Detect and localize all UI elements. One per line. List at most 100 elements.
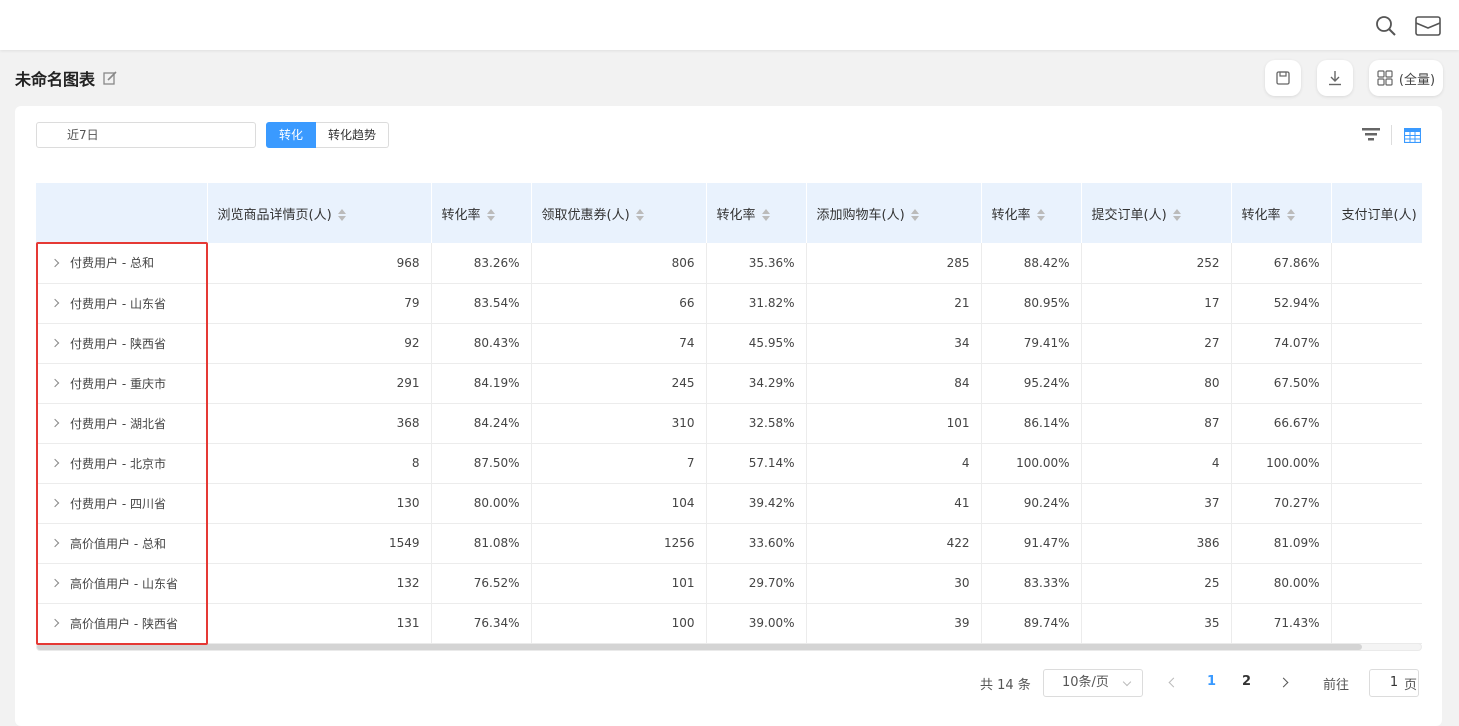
row-label: 高价值用户 - 总和: [70, 536, 166, 551]
table-view-icon[interactable]: [1402, 125, 1422, 145]
table-row[interactable]: 付费用户 - 湖北省 368 84.24% 310 32.58% 101 86.14% 87 6…: [36, 403, 1422, 444]
row-label: 高价值用户 - 陕西省: [70, 616, 178, 631]
chevron-right-icon[interactable]: [50, 458, 60, 468]
table-row[interactable]: 高价值用户 - 陕西省 131 76.34% 100 39.00% 39 89.74% 35 7…: [36, 603, 1422, 644]
row-label-cell[interactable]: 付费用户 - 北京市: [36, 443, 207, 484]
table-header-row: 浏览商品详情页(人) 转化率 领取优惠券(人) 转化率 添加购物车(人) 转化率…: [36, 183, 1422, 243]
page-title: 未命名图表: [15, 70, 96, 89]
table-cell: 33.60%: [706, 523, 807, 564]
chevron-right-icon[interactable]: [50, 298, 60, 308]
sort-icon[interactable]: [1036, 209, 1045, 221]
table-row[interactable]: 付费用户 - 陕西省 92 80.43% 74 45.95% 34 79.41% 27 74.0…: [36, 323, 1422, 364]
scope-button[interactable]: (全量): [1369, 60, 1443, 96]
table-cell: 87: [1081, 403, 1232, 444]
row-label: 付费用户 - 陕西省: [70, 336, 166, 351]
table-cell: 32.58%: [706, 403, 807, 444]
chevron-right-icon[interactable]: [50, 498, 60, 508]
table-cell: [1331, 363, 1422, 404]
table-cell: 67.50%: [1231, 363, 1332, 404]
table-row[interactable]: 付费用户 - 总和 968 83.26% 806 35.36% 285 88.42% 252 6…: [36, 243, 1422, 284]
sort-icon[interactable]: [337, 209, 346, 221]
filter-icon[interactable]: [1361, 125, 1381, 145]
page-size-select[interactable]: 10条/页: [1043, 669, 1143, 697]
row-label-cell[interactable]: 付费用户 - 总和: [36, 243, 207, 284]
page-number-2[interactable]: 2: [1242, 674, 1251, 689]
row-label-cell[interactable]: 高价值用户 - 陕西省: [36, 603, 207, 644]
column-header[interactable]: 浏览商品详情页(人): [207, 183, 432, 243]
table-cell: 80.00%: [1231, 563, 1332, 604]
search-icon[interactable]: [1373, 13, 1399, 39]
table-cell: 80: [1081, 363, 1232, 404]
row-label-cell[interactable]: 付费用户 - 陕西省: [36, 323, 207, 364]
table-cell: 29.70%: [706, 563, 807, 604]
chevron-right-icon[interactable]: [50, 578, 60, 588]
date-range-picker[interactable]: 近7日: [36, 122, 256, 148]
column-header[interactable]: 转化率: [706, 183, 807, 243]
next-page-icon[interactable]: [1278, 677, 1289, 688]
table-row[interactable]: 高价值用户 - 总和 1549 81.08% 1256 33.60% 422 91.47% 3…: [36, 523, 1422, 564]
sort-icon[interactable]: [1286, 209, 1295, 221]
row-label-cell[interactable]: 付费用户 - 重庆市: [36, 363, 207, 404]
chevron-right-icon[interactable]: [50, 418, 60, 428]
column-header[interactable]: 转化率: [431, 183, 532, 243]
horizontal-scrollbar[interactable]: [36, 643, 1422, 651]
table-cell: 30: [806, 563, 982, 604]
row-label-cell[interactable]: 付费用户 - 湖北省: [36, 403, 207, 444]
column-header[interactable]: 转化率: [981, 183, 1082, 243]
row-label-cell[interactable]: 高价值用户 - 总和: [36, 523, 207, 564]
table-row[interactable]: 付费用户 - 北京市 8 87.50% 7 57.14% 4 100.00% 4 100.00%: [36, 443, 1422, 484]
table-cell: [1331, 243, 1422, 284]
table-cell: 101: [531, 563, 707, 604]
mail-icon[interactable]: [1415, 13, 1441, 39]
download-button[interactable]: [1317, 60, 1353, 96]
table-cell: 368: [207, 403, 432, 444]
row-label: 高价值用户 - 山东省: [70, 576, 178, 591]
table-cell: 130: [207, 483, 432, 524]
edit-icon[interactable]: [103, 71, 117, 85]
table-cell: 66: [531, 283, 707, 324]
sort-icon[interactable]: [910, 209, 919, 221]
page-number-1[interactable]: 1: [1207, 674, 1216, 689]
table-row[interactable]: 付费用户 - 山东省 79 83.54% 66 31.82% 21 80.95% 17 52.9…: [36, 283, 1422, 324]
chevron-right-icon[interactable]: [50, 618, 60, 628]
table-row[interactable]: 付费用户 - 重庆市 291 84.19% 245 34.29% 84 95.24% 80 67…: [36, 363, 1422, 404]
sort-icon[interactable]: [486, 209, 495, 221]
table-cell: 310: [531, 403, 707, 444]
chevron-right-icon[interactable]: [50, 538, 60, 548]
column-header[interactable]: 添加购物车(人): [806, 183, 982, 243]
tab-conversion-trend[interactable]: 转化趋势: [316, 122, 390, 148]
table-cell: 27: [1081, 323, 1232, 364]
chevron-right-icon[interactable]: [50, 338, 60, 348]
column-header[interactable]: 提交订单(人): [1081, 183, 1232, 243]
table-row[interactable]: 付费用户 - 四川省 130 80.00% 104 39.42% 41 90.24% 37 70…: [36, 483, 1422, 524]
data-table-container[interactable]: 浏览商品详情页(人) 转化率 领取优惠券(人) 转化率 添加购物车(人) 转化率…: [36, 183, 1422, 648]
tab-conversion[interactable]: 转化: [266, 122, 317, 148]
sort-icon[interactable]: [635, 209, 644, 221]
sort-icon[interactable]: [1172, 209, 1181, 221]
chevron-right-icon[interactable]: [50, 378, 60, 388]
table-cell: 35: [1081, 603, 1232, 644]
sort-icon[interactable]: [761, 209, 770, 221]
table-cell: 74: [531, 323, 707, 364]
table-row[interactable]: 高价值用户 - 山东省 132 76.52% 101 29.70% 30 83.33% 25 8…: [36, 563, 1422, 604]
table-cell: 80.43%: [431, 323, 532, 364]
row-label-cell[interactable]: 付费用户 - 山东省: [36, 283, 207, 324]
save-icon: [1276, 71, 1290, 85]
column-header[interactable]: 支付订单(人): [1331, 183, 1422, 243]
table-cell: [1331, 283, 1422, 324]
table-cell: 84.19%: [431, 363, 532, 404]
save-button[interactable]: [1265, 60, 1301, 96]
table-cell: 79: [207, 283, 432, 324]
row-label-cell[interactable]: 高价值用户 - 山东省: [36, 563, 207, 604]
scrollbar-thumb[interactable]: [37, 644, 1362, 650]
row-label-cell[interactable]: 付费用户 - 四川省: [36, 483, 207, 524]
table-cell: 245: [531, 363, 707, 404]
table-cell: [1331, 563, 1422, 604]
column-header[interactable]: 领取优惠券(人): [531, 183, 707, 243]
table-cell: 8: [207, 443, 432, 484]
table-cell: 76.34%: [431, 603, 532, 644]
table-cell: 80.95%: [981, 283, 1082, 324]
prev-page-icon[interactable]: [1168, 677, 1179, 688]
column-header[interactable]: 转化率: [1231, 183, 1332, 243]
chevron-right-icon[interactable]: [50, 258, 60, 267]
